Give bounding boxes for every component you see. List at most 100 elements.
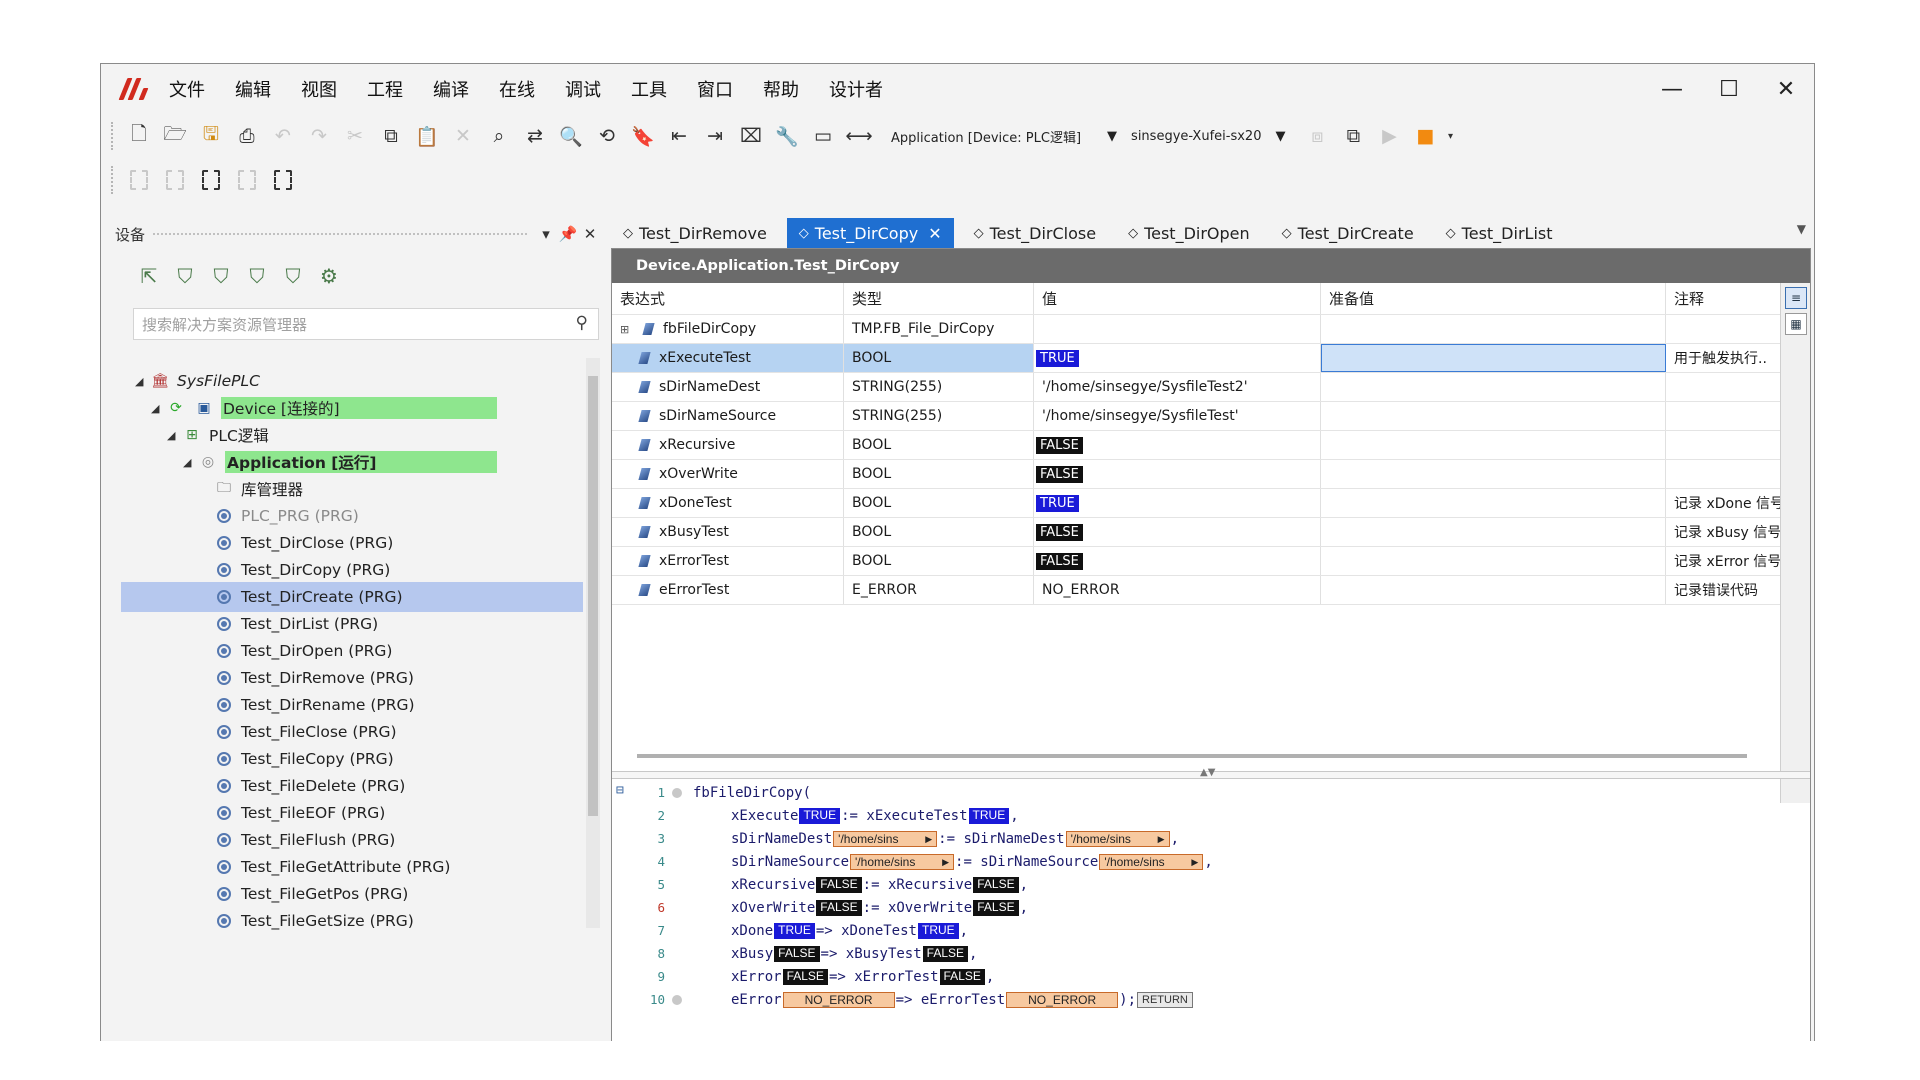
expand-value-icon[interactable]: ▶: [1191, 855, 1198, 870]
download-icon[interactable]: ⧈: [1299, 118, 1335, 154]
tree-item-test-filegetpos[interactable]: Test_FileGetPos (PRG): [213, 879, 408, 909]
table-row[interactable]: sDirNameSource STRING(255) '/home/sinseg…: [612, 402, 1782, 431]
tree-item-test-filecopy[interactable]: Test_FileCopy (PRG): [213, 744, 394, 774]
cell-prepared[interactable]: [1321, 576, 1666, 604]
delete-icon[interactable]: ✕: [445, 118, 481, 154]
scrollbar-thumb[interactable]: [588, 376, 598, 816]
tree-item-test-dirrename[interactable]: Test_DirRename (PRG): [213, 690, 415, 720]
filter-icon[interactable]: ⛉: [239, 258, 275, 294]
menu-tools[interactable]: 工具: [631, 76, 667, 102]
stop-icon[interactable]: ■: [1407, 118, 1443, 154]
expand-value-icon[interactable]: ▶: [925, 832, 932, 847]
watch-hscrollbar[interactable]: [637, 754, 1747, 758]
close-tab-icon[interactable]: ✕: [928, 224, 941, 243]
toolbar-grip[interactable]: [111, 122, 115, 150]
expand-value-icon[interactable]: ▶: [1158, 832, 1165, 847]
application-combo[interactable]: Application [Device: PLC逻辑] ▼: [891, 127, 1117, 146]
cell-prepared[interactable]: [1321, 431, 1666, 459]
table-row[interactable]: xOverWrite BOOL FALSE: [612, 460, 1782, 489]
table-row[interactable]: xExecuteTest BOOL TRUE 用于触发执行..: [612, 344, 1782, 373]
code-editor[interactable]: ⊟ 1 fbFileDirCopy( 2 xExecute TRUE := xE…: [612, 779, 1810, 1041]
menu-view[interactable]: 视图: [301, 76, 337, 102]
toolbar-overflow-icon[interactable]: ▾: [1443, 118, 1457, 154]
export-icon[interactable]: ⇱: [131, 258, 167, 294]
tree-item-project[interactable]: ◢ 🏛 SysFilePLC: [135, 366, 260, 396]
page-icon[interactable]: [229, 162, 265, 198]
page-icon[interactable]: [193, 162, 229, 198]
settings-icon[interactable]: ⚙: [311, 258, 347, 294]
maximize-button[interactable]: ☐: [1701, 64, 1757, 114]
table-row[interactable]: sDirNameDest STRING(255) '/home/sinsegye…: [612, 373, 1782, 402]
breakpoint-gutter[interactable]: [667, 787, 687, 798]
pin-icon[interactable]: 📌: [557, 225, 579, 243]
cell-prepared[interactable]: [1321, 489, 1666, 517]
menu-file[interactable]: 文件: [169, 76, 205, 102]
cell-prepared[interactable]: [1321, 547, 1666, 575]
tree-item-test-dirremove[interactable]: Test_DirRemove (PRG): [213, 663, 414, 693]
menu-build[interactable]: 编译: [433, 76, 469, 102]
menu-help[interactable]: 帮助: [763, 76, 799, 102]
table-row[interactable]: xErrorTest BOOL FALSE 记录 xError 信号: [612, 547, 1782, 576]
find-replace-icon[interactable]: ⟲: [589, 118, 625, 154]
build-icon[interactable]: 🔧: [769, 118, 805, 154]
tree-item-test-dircreate[interactable]: Test_DirCreate (PRG): [121, 582, 583, 612]
tree-item-device[interactable]: ◢ ⟳ ▣ Device [连接的]: [151, 393, 497, 423]
find-icon[interactable]: ⌕: [481, 118, 517, 154]
table-row[interactable]: xDoneTest BOOL TRUE 记录 xDone 信号: [612, 489, 1782, 518]
tree-item-test-dircopy[interactable]: Test_DirCopy (PRG): [213, 555, 390, 585]
tree-item-test-fileeof[interactable]: Test_FileEOF (PRG): [213, 798, 385, 828]
declaration-view-icon[interactable]: ≡: [1785, 287, 1807, 309]
tree-item-library-manager[interactable]: 🗀 库管理器: [213, 474, 303, 504]
tree-scrollbar[interactable]: [586, 358, 600, 928]
page-icon[interactable]: [265, 162, 301, 198]
page-icon[interactable]: [157, 162, 193, 198]
cell-prepared[interactable]: [1321, 460, 1666, 488]
filter-icon[interactable]: ⛉: [203, 258, 239, 294]
tree-item-test-dirlist[interactable]: Test_DirList (PRG): [213, 609, 378, 639]
tree-item-test-filegetattribute[interactable]: Test_FileGetAttribute (PRG): [213, 852, 450, 882]
device-combo[interactable]: sinsegye-Xufei-sx20 ▼: [1131, 129, 1285, 144]
close-button[interactable]: ✕: [1758, 64, 1814, 114]
table-row[interactable]: ⊞ fbFileDirCopy TMP.FB_File_DirCopy: [612, 315, 1782, 344]
open-folder-icon[interactable]: 🗁: [157, 118, 193, 154]
bookmark-icon[interactable]: 🔖: [625, 118, 661, 154]
collapse-icon[interactable]: ◢: [183, 456, 197, 469]
col-prepared-value[interactable]: 准备值: [1321, 283, 1666, 314]
breakpoint-gutter[interactable]: [667, 994, 687, 1005]
menu-online[interactable]: 在线: [499, 76, 535, 102]
redo-icon[interactable]: ↷: [301, 118, 337, 154]
tree-item-test-filegetsize[interactable]: Test_FileGetSize (PRG): [213, 906, 414, 936]
table-row[interactable]: eErrorTest E_ERROR NO_ERROR 记录错误代码: [612, 576, 1782, 605]
editor-splitter[interactable]: ▲▼: [612, 767, 1810, 779]
login-icon[interactable]: ▭: [805, 118, 841, 154]
table-row[interactable]: xBusyTest BOOL FALSE 记录 xBusy 信号: [612, 518, 1782, 547]
col-value[interactable]: 值: [1034, 283, 1321, 314]
menu-project[interactable]: 工程: [367, 76, 403, 102]
search-icon[interactable]: ⚲: [576, 313, 588, 333]
filter-icon[interactable]: ⛉: [167, 258, 203, 294]
tab-test-dircopy[interactable]: ◇ Test_DirCopy ✕: [786, 218, 954, 248]
chevron-down-icon[interactable]: ▾: [535, 225, 557, 243]
cut-icon[interactable]: ✂: [337, 118, 373, 154]
menu-window[interactable]: 窗口: [697, 76, 733, 102]
tree-item-plc-logic[interactable]: ◢ ⊞ PLC逻辑: [167, 420, 269, 450]
bookmark-prev-icon[interactable]: ⇤: [661, 118, 697, 154]
tab-overflow-icon[interactable]: ▼: [1797, 222, 1806, 236]
logout-icon[interactable]: ⟷: [841, 118, 877, 154]
toolbar-grip[interactable]: [111, 166, 115, 194]
online-change-icon[interactable]: ⧉: [1335, 118, 1371, 154]
tab-test-dirclose[interactable]: ◇ Test_DirClose: [962, 218, 1108, 248]
tree-item-plc-prg[interactable]: PLC_PRG (PRG): [213, 501, 359, 531]
col-expression[interactable]: 表达式: [612, 283, 844, 314]
col-type[interactable]: 类型: [844, 283, 1034, 314]
new-file-icon[interactable]: 🗋: [121, 118, 157, 154]
cell-prepared[interactable]: [1321, 373, 1666, 401]
menu-debug[interactable]: 调试: [565, 76, 601, 102]
tree-item-application[interactable]: ◢ ◎ Application [运行]: [183, 447, 497, 477]
menu-designer[interactable]: 设计者: [829, 76, 883, 102]
find-in-file-icon[interactable]: 🔍: [553, 118, 589, 154]
tree-item-test-fileclose[interactable]: Test_FileClose (PRG): [213, 717, 397, 747]
menu-edit[interactable]: 编辑: [235, 76, 271, 102]
tree-item-test-filedelete[interactable]: Test_FileDelete (PRG): [213, 771, 405, 801]
table-row[interactable]: xRecursive BOOL FALSE: [612, 431, 1782, 460]
